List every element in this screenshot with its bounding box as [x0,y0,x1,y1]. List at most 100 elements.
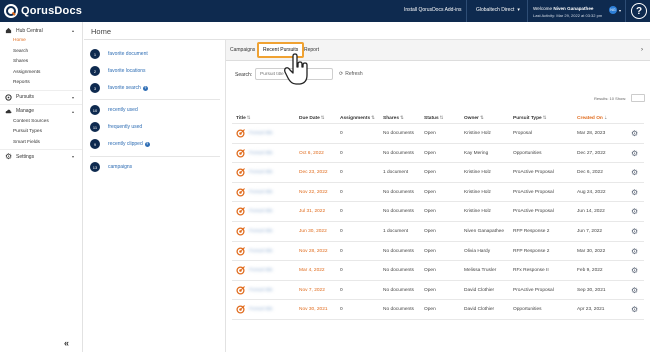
column-header-label: Assignments [340,116,371,121]
tab-recent-pursuits[interactable]: Recent Pursuits [263,47,298,53]
cell-shares: 1 document [383,170,409,176]
sort-icon[interactable]: ⇅ [543,115,547,120]
brand-logo[interactable]: QorusDocs [4,3,82,19]
column-header-status[interactable]: Status⇅ [424,115,443,121]
help-icon[interactable]: ? [144,141,150,147]
results-count: Results: 10 Show: [594,96,627,101]
home-icon [5,27,12,34]
sidebar-item-search[interactable]: Search [0,47,82,58]
cell-title[interactable]: Pursuit title [249,151,273,156]
column-header-pursuit-type[interactable]: Pursuit Type⇅ [513,115,546,121]
cell-shares: No documents [383,189,414,195]
row-settings-gear-icon[interactable]: ⚙ [631,207,638,216]
sidebar-item-assignments[interactable]: Assignments [0,68,82,79]
sidebar-section-hub-central[interactable]: Hub Central ▴ [0,25,82,36]
row-settings-gear-icon[interactable]: ⚙ [631,149,638,158]
collapse-sidebar-button[interactable]: « [64,338,69,348]
organization-select[interactable]: Globaltech Direct ▾ [476,7,520,13]
cell-title[interactable]: Pursuit title [249,131,273,136]
row-settings-gear-icon[interactable]: ⚙ [631,266,638,275]
avatar[interactable]: NG [609,6,617,14]
help-icon[interactable]: ? [142,85,148,91]
sort-icon[interactable]: ⇅ [371,115,375,120]
results-per-page-select[interactable] [631,94,645,102]
cell-title[interactable]: Pursuit title [249,268,273,273]
favorite-item[interactable]: 9 recently clipped ? [90,139,150,149]
cell-due-date: Nov 22, 2022 [299,189,328,195]
sort-icon[interactable]: ⇅ [440,115,444,120]
favorite-label: favorite search [108,85,141,91]
sidebar-item-home[interactable]: Home [0,36,82,47]
sort-icon[interactable]: ⇅ [247,115,251,120]
cell-created-on: Jun 7, 2022 [577,229,603,234]
cell-due-date: Jul 31, 2022 [299,209,326,215]
row-settings-gear-icon[interactable]: ⚙ [631,188,638,197]
refresh-icon: ⟳ [339,71,344,77]
favorite-item[interactable]: 2 favorite locations [90,66,146,76]
sidebar-section-manage[interactable]: Manage ▴ [0,106,82,117]
row-settings-gear-icon[interactable]: ⚙ [631,305,638,314]
column-header-created-on[interactable]: Created On⇣ [577,115,608,121]
help-button[interactable]: ? [631,3,647,19]
tab-campaigns[interactable]: Campaigns [230,47,255,53]
favorite-label: recently clipped [108,141,143,147]
sidebar-item-smart-fields[interactable]: Smart Fields [0,138,82,149]
row-settings-gear-icon[interactable]: ⚙ [631,247,638,256]
cell-status: Open [424,131,436,136]
cell-pursuit-type: RFx Response II [513,268,549,274]
chevron-up-icon: ▴ [71,108,74,114]
sidebar-section-label: Manage [16,108,35,114]
sort-icon[interactable]: ⇅ [321,115,325,120]
row-settings-gear-icon[interactable]: ⚙ [631,168,638,177]
cell-title[interactable]: Pursuit title [249,307,273,312]
qorusdocs-logo-icon [4,4,18,18]
column-header-assignments[interactable]: Assignments⇅ [340,115,375,121]
sidebar-item-reports[interactable]: Reports [0,78,82,89]
favorite-label: favorite locations [108,68,146,74]
welcome-prefix: Welcome [533,6,553,11]
row-settings-gear-icon[interactable]: ⚙ [631,227,638,236]
chevron-down-icon: ▾ [71,154,74,159]
sidebar-section-label: Settings [16,153,35,160]
refresh-button[interactable]: ⟳ Refresh [339,71,363,77]
sort-icon[interactable]: ⇣ [604,115,608,120]
count-badge: 10 [90,105,100,115]
row-settings-gear-icon[interactable]: ⚙ [631,286,638,295]
column-header-shares[interactable]: Shares⇅ [383,115,404,121]
column-header-due-date[interactable]: Due Date⇅ [299,115,325,121]
favorite-item[interactable]: 11 frequently used [90,122,142,132]
cell-due-date: Dec 23, 2022 [299,170,328,176]
sort-icon[interactable]: ⇅ [400,115,404,120]
favorite-item[interactable]: 1 favorite document [90,49,148,59]
cell-pursuit-type: Opportunities [513,150,542,156]
cell-owner: David Clothier [464,287,495,293]
cell-title[interactable]: Pursuit title [249,190,273,195]
cell-title[interactable]: Pursuit title [249,229,273,234]
sort-icon[interactable]: ⇅ [480,115,484,120]
column-header-owner[interactable]: Owner⇅ [464,115,484,121]
sidebar-section-pursuits[interactable]: Pursuits ▾ [0,92,82,103]
cell-title[interactable]: Pursuit title [249,288,273,293]
cell-title[interactable]: Pursuit title [249,209,273,214]
pursuit-target-icon [236,129,245,138]
chevron-down-icon: ▾ [71,94,74,100]
chevron-right-icon[interactable]: › [641,47,643,53]
cell-title[interactable]: Pursuit title [249,249,273,254]
sidebar-section-settings[interactable]: ⚙ Settings ▾ [0,151,82,162]
cell-assignments: 0 [340,287,343,293]
sidebar-item-content-sources[interactable]: Content Sources [0,117,82,128]
row-settings-gear-icon[interactable]: ⚙ [631,129,638,138]
favorite-item[interactable]: 13 campaigns [90,162,132,172]
favorite-item[interactable]: 10 recently used [90,105,138,115]
cell-assignments: 0 [340,150,343,156]
user-menu-chevron-icon[interactable]: ▾ [619,8,621,13]
count-badge: 1 [90,49,100,59]
sidebar-section-label: Hub Central [16,27,43,34]
sidebar-item-pursuit-types[interactable]: Pursuit Types [0,127,82,138]
sidebar-item-shares[interactable]: Shares [0,57,82,68]
install-addins-link[interactable]: Install QorusDocs Add-ins [404,7,462,13]
favorite-item[interactable]: 3 favorite search ? [90,83,148,93]
cell-pursuit-type: ProActive Proposal [513,209,554,215]
column-header-title[interactable]: Title⇅ [236,115,251,121]
cell-title[interactable]: Pursuit title [249,170,273,175]
